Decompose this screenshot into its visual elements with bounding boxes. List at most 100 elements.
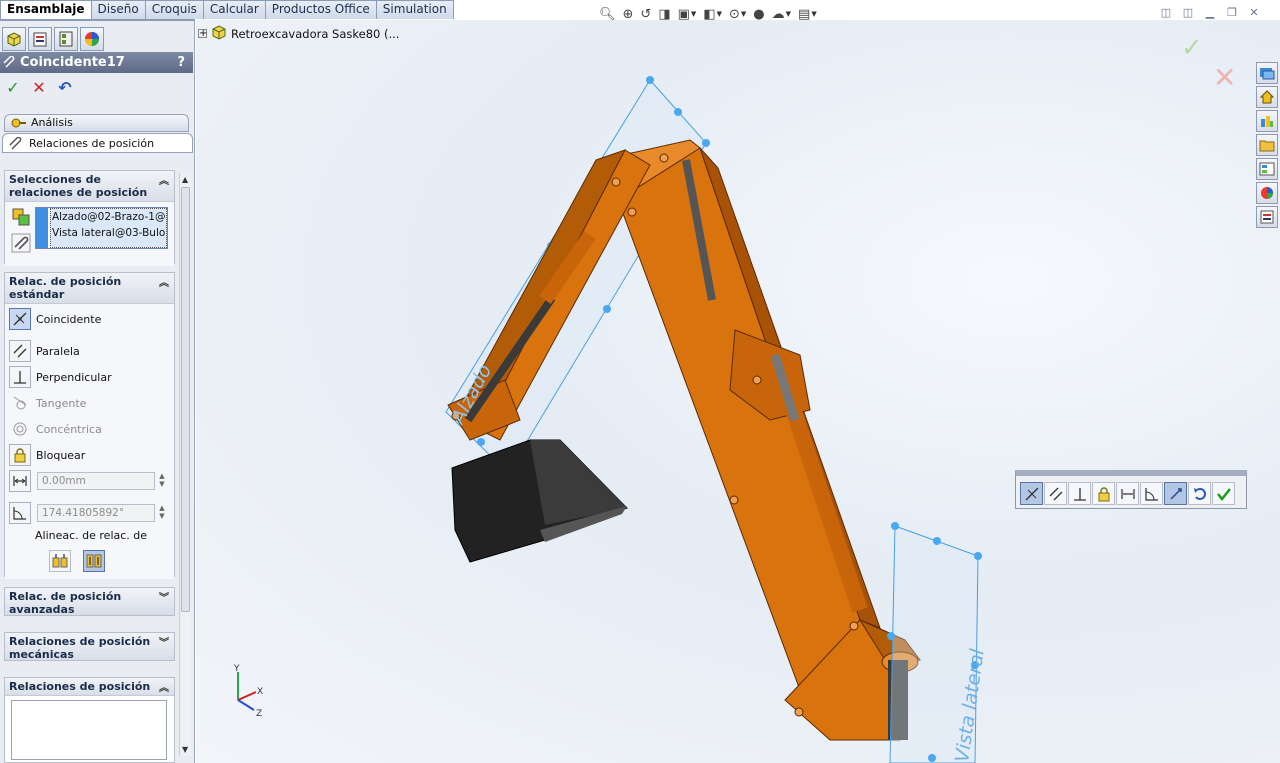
appearance-sphere-icon [85,32,99,46]
tab-analysis[interactable]: Análisis [4,114,189,132]
popup-distance-button[interactable] [1116,482,1139,505]
cancel-x-icon[interactable]: ✕ [30,79,48,97]
popup-ok-button[interactable] [1212,482,1235,505]
parallel-mate-button[interactable]: Paralela [9,340,80,362]
mates-list-title: Relaciones de posición [9,680,151,693]
tangent-mate-button[interactable]: Tangente [9,392,86,414]
design-library-tab[interactable] [1256,110,1278,132]
collapse-chevron-icon[interactable]: ︽ [159,277,169,290]
tab-mates[interactable]: Relaciones de posición [2,133,193,153]
standard-mates-title: Relac. de posición estándar [9,275,122,301]
manager-tabs [0,27,104,51]
bucket[interactable] [451,439,628,563]
mechanical-mates-header[interactable]: Relaciones de posición mecánicas ︾ [5,633,174,661]
hide-show-items-icon[interactable]: ⊙ ▼ [727,4,748,24]
coincident-icon [9,308,31,330]
tab-productos-office[interactable]: Productos Office [264,0,377,19]
undo-icon[interactable]: ↶ [56,79,74,97]
tab-ensamblaje[interactable]: Ensamblaje [0,0,92,20]
popup-coincident-button[interactable] [1020,482,1043,505]
expand-chevron-icon[interactable]: ︾ [159,592,169,605]
mates-list-header[interactable]: Relaciones de posición ︽ [5,678,174,696]
close-icon[interactable]: ✕ [1246,6,1262,20]
minimize-icon[interactable]: ▁ [1202,6,1218,20]
popup-parallel-button[interactable] [1044,482,1067,505]
feature-manager-tab[interactable] [2,27,26,51]
tile-right-icon[interactable]: ◫ [1180,6,1196,20]
ok-check-icon[interactable]: ✓ [4,79,22,97]
popup-angle-button[interactable] [1140,482,1163,505]
perpendicular-mate-button[interactable]: Perpendicular [9,366,112,388]
concentric-mate-button[interactable]: Concéntrica [9,418,102,440]
tab-simulation[interactable]: Simulation [375,0,454,19]
angle-mate-button[interactable] [9,502,36,524]
property-manager-title: Coincidente17 ? [0,52,193,73]
property-sheet-icon [33,32,47,47]
selection-item[interactable]: Vista lateral@03-Bulon- [52,225,166,241]
advanced-mates-group[interactable]: Relac. de posición avanzadas ︾ [4,587,175,616]
display-manager-tab[interactable] [80,27,104,51]
collapse-chevron-icon[interactable]: ︽ [159,175,169,188]
boom-arm[interactable] [599,139,921,741]
tab-calcular[interactable]: Calcular [202,0,266,19]
restore-icon[interactable]: ❐ [1224,6,1240,20]
collapse-chevron-icon[interactable]: ︽ [159,682,169,695]
selection-item[interactable]: Alzado@02-Brazo-1@Re [52,209,166,225]
popup-flip-alignment-button[interactable] [1164,482,1187,505]
help-button[interactable]: ? [177,52,185,73]
tab-diseno[interactable]: Diseño [90,0,146,19]
graphics-viewport[interactable]: Alzado Vista lateral [196,20,1280,763]
advanced-mates-header[interactable]: Relac. de posición avanzadas ︾ [5,588,174,616]
lock-mate-button[interactable]: Bloquear [9,444,85,466]
view-settings-icon[interactable]: ▤ ▼ [796,4,819,24]
distance-mate-button[interactable] [9,470,36,492]
apply-scene-icon[interactable]: ☁ ▼ [770,4,793,24]
edit-appearance-icon[interactable]: ● [751,4,766,24]
configuration-icon [59,31,73,47]
mechanical-mates-group[interactable]: Relaciones de posición mecánicas ︾ [4,632,175,661]
distance-spinner-icon[interactable]: ▲ ▼ [157,472,167,490]
previous-view-icon[interactable]: ↺ [638,4,653,24]
configuration-manager-tab[interactable] [54,27,78,51]
aligned-button[interactable] [49,550,71,572]
flip-alignment-icon [1169,487,1182,500]
scrollbar-thumb[interactable] [181,187,190,612]
tab-croquis[interactable]: Croquis [144,0,204,19]
standard-mates-header[interactable]: Relac. de posición estándar ︽ [5,273,174,304]
custom-properties-tab[interactable] [1256,206,1278,228]
property-manager-tab[interactable] [28,27,52,51]
feature-tree-root[interactable]: + Retroexcavadora Saske80 (... [198,24,399,43]
expand-chevron-icon[interactable]: ︾ [159,637,169,650]
view-palette-tab[interactable] [1256,158,1278,180]
home-tab[interactable] [1256,86,1278,108]
display-style-icon[interactable]: ◧ ▼ [701,4,724,24]
appearances-tab[interactable] [1256,182,1278,204]
angle-spinner-icon[interactable]: ▲ ▼ [157,504,167,522]
section-view-icon[interactable]: ◨ [656,4,672,24]
distance-input[interactable]: 0.00mm [37,472,155,490]
view-orientation-icon[interactable]: ▣ ▼ [676,4,699,24]
view-palette-icon [1259,162,1275,176]
anti-aligned-button[interactable] [83,550,105,572]
ok-check-icon [1216,487,1231,501]
popup-lock-button[interactable] [1092,482,1115,505]
resources-tab[interactable] [1256,62,1278,84]
excavator-model[interactable]: Alzado Vista lateral [196,20,1280,763]
anti-aligned-icon [86,554,102,568]
zoom-to-fit-icon[interactable]: 🔍︎ [597,4,618,24]
lock-icon [1098,486,1109,501]
angle-input[interactable]: 174.41805892° [37,504,155,522]
popup-perpendicular-button[interactable] [1068,482,1091,505]
file-explorer-tab[interactable] [1256,134,1278,156]
property-manager-scrollbar[interactable]: ▲ ▼ [179,173,191,756]
mate-selections-list[interactable]: Alzado@02-Brazo-1@Re Vista lateral@03-Bu… [35,207,168,249]
mates-listbox[interactable] [11,700,167,760]
expand-plus-icon[interactable]: + [198,29,207,39]
mate-selections-header[interactable]: Selecciones de relaciones de posición ︽ [5,171,174,202]
popup-undo-button[interactable] [1188,482,1211,505]
zoom-to-area-icon[interactable]: ⊕ [621,4,636,24]
tile-left-icon[interactable]: ◫ [1158,6,1174,20]
coincident-mate-button[interactable]: Coincidente [9,308,101,330]
confirm-cancel-icon[interactable]: ✕ [1213,61,1236,94]
confirm-ok-icon[interactable]: ✓ [1181,33,1203,63]
